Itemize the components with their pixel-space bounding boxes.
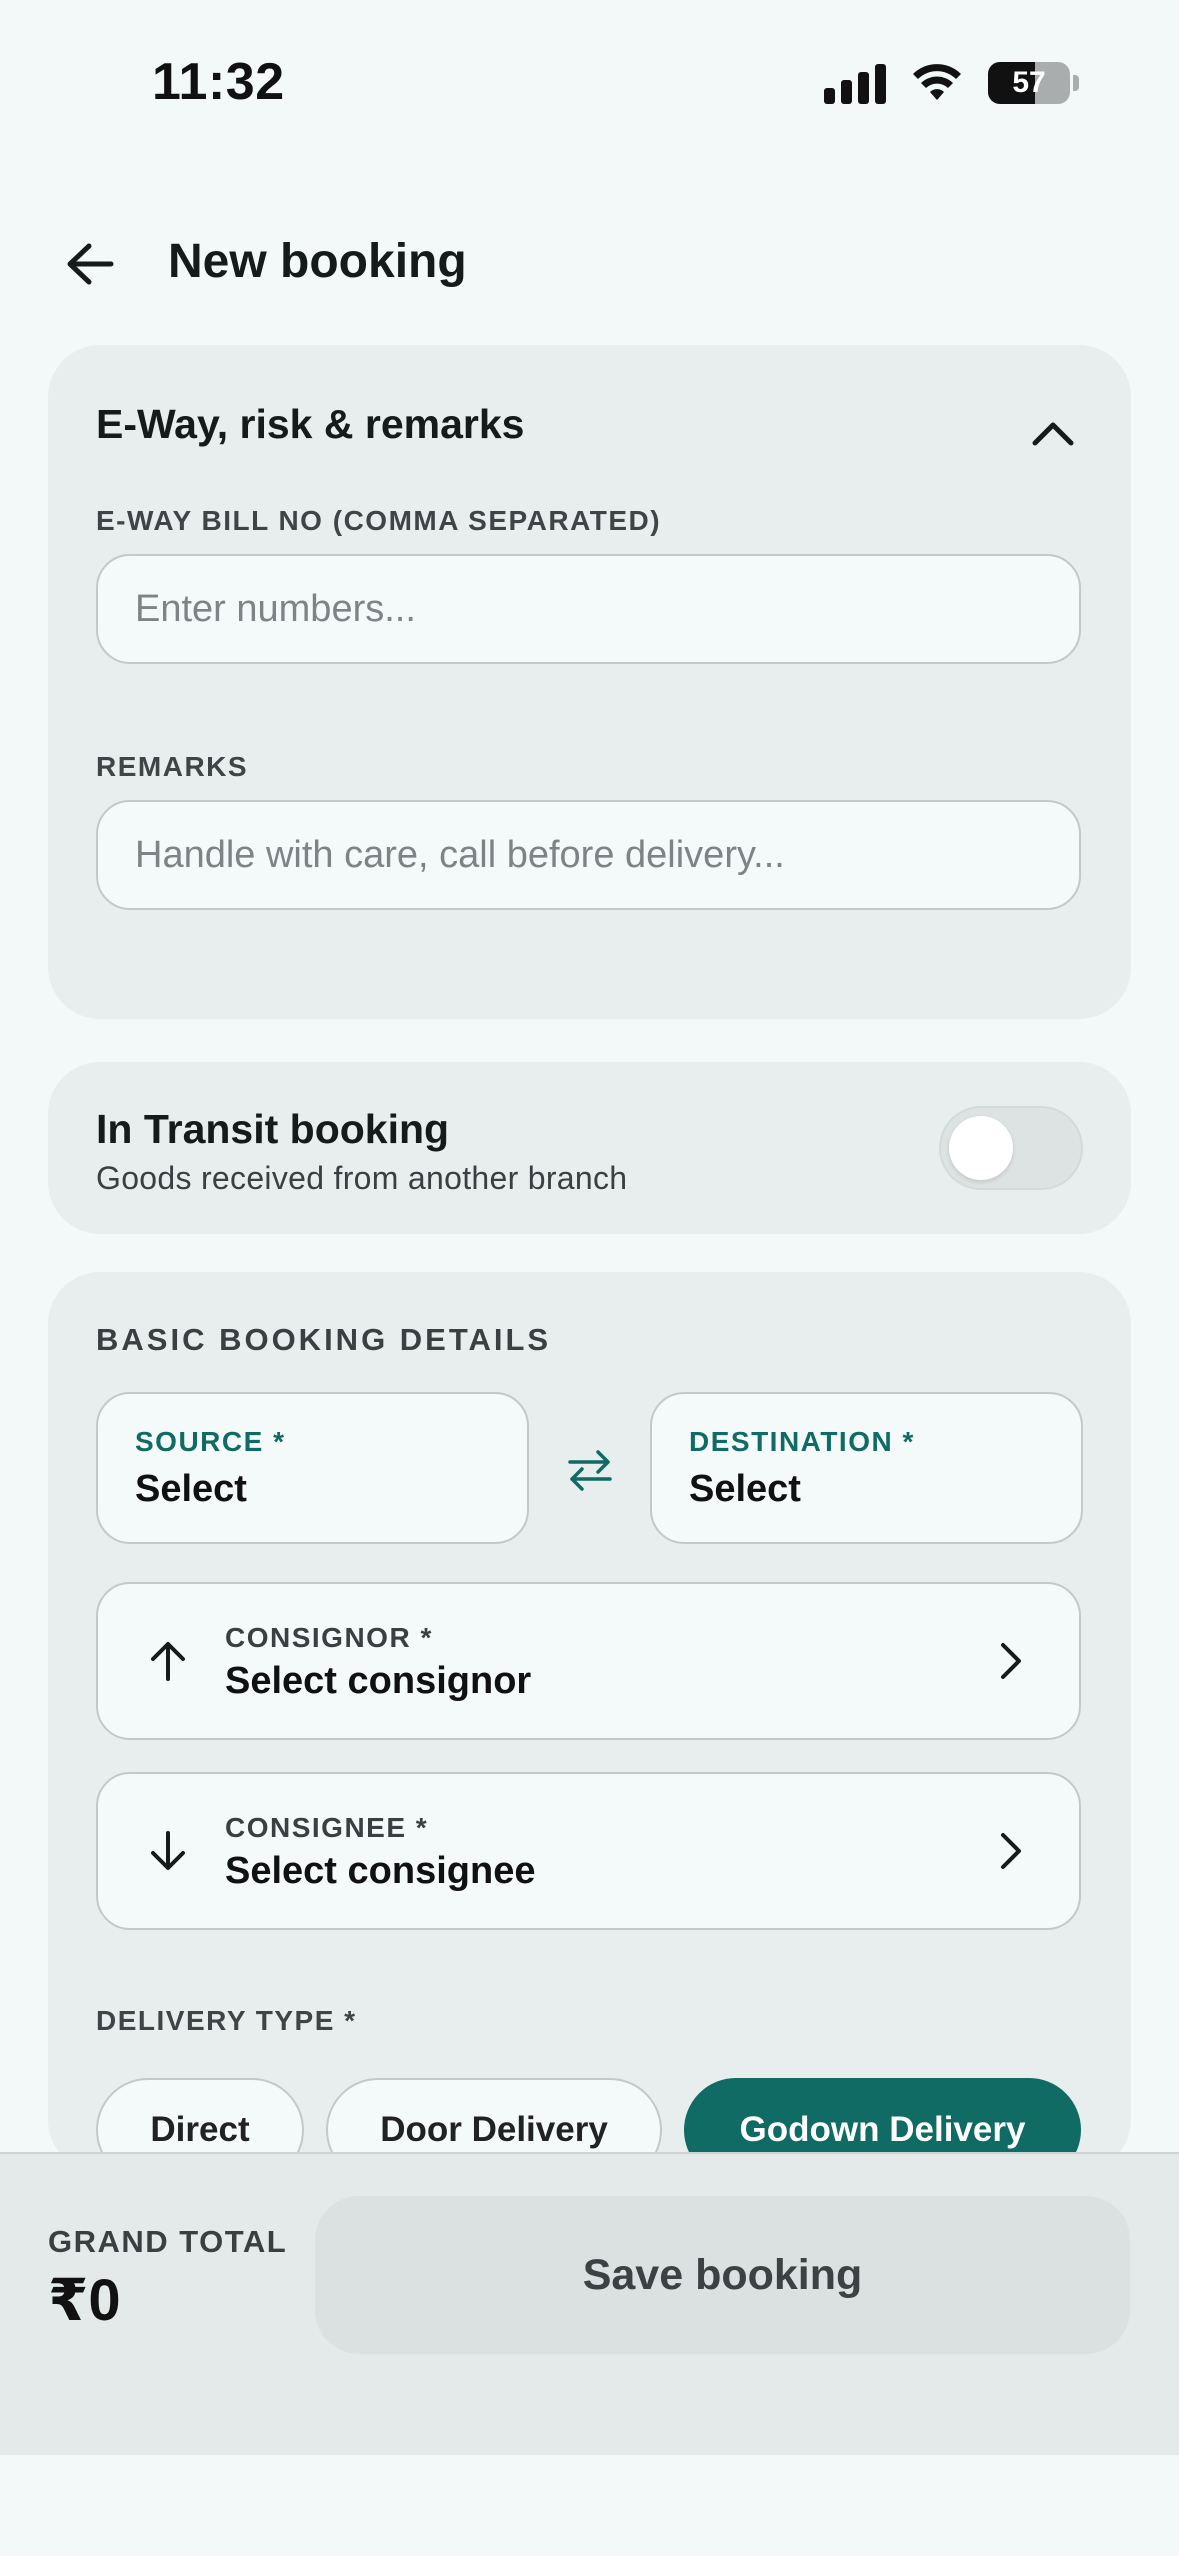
source-value: Select <box>135 1468 247 1510</box>
delivery-type-label: DELIVERY TYPE * <box>96 2005 357 2036</box>
eway-bill-input[interactable] <box>96 554 1081 664</box>
in-transit-subtitle: Goods received from another branch <box>96 1160 628 1196</box>
remarks-input[interactable] <box>96 800 1081 910</box>
in-transit-card: In Transit booking Goods received from a… <box>48 1062 1131 1234</box>
save-booking-button[interactable]: Save booking <box>315 2196 1130 2354</box>
grand-total-value: ₹0 <box>48 2268 121 2333</box>
consignor-value: Select consignor <box>225 1660 532 1702</box>
arrow-left-icon <box>67 243 114 285</box>
destination-selector[interactable]: DESTINATION * Select <box>650 1392 1083 1544</box>
grand-total-label: GRAND TOTAL <box>48 2224 288 2259</box>
destination-value: Select <box>689 1468 801 1510</box>
in-transit-title: In Transit booking <box>96 1106 450 1152</box>
toggle-knob <box>949 1116 1013 1180</box>
chevron-right-icon <box>981 1821 1041 1881</box>
consignee-value: Select consignee <box>225 1850 536 1892</box>
status-icons: 57 <box>824 62 1079 104</box>
remarks-label: REMARKS <box>96 751 249 782</box>
swap-arrows-icon <box>568 1450 612 1491</box>
battery-icon: 57 <box>988 62 1070 104</box>
bottom-action-bar: GRAND TOTAL ₹0 Save booking <box>0 2152 1179 2455</box>
consignor-label: CONSIGNOR * <box>225 1622 433 1653</box>
consignee-selector[interactable]: CONSIGNEE * Select consignee <box>96 1772 1081 1930</box>
wifi-icon <box>913 64 961 100</box>
source-label: SOURCE * <box>135 1426 286 1457</box>
eway-section-title: E-Way, risk & remarks <box>96 401 525 447</box>
status-time: 11:32 <box>152 53 285 111</box>
eway-section-card: E-Way, risk & remarks E-WAY BILL NO (COM… <box>48 345 1131 1019</box>
eway-bill-label: E-WAY BILL NO (COMMA SEPARATED) <box>96 505 662 536</box>
basic-details-title: BASIC BOOKING DETAILS <box>96 1322 552 1357</box>
back-button[interactable] <box>58 232 122 296</box>
status-bar: 11:32 57 <box>0 0 1179 175</box>
chevron-right-icon <box>981 1631 1041 1691</box>
cellular-signal-icon <box>824 62 886 104</box>
battery-level: 57 <box>1012 66 1046 99</box>
consignor-selector[interactable]: CONSIGNOR * Select consignor <box>96 1582 1081 1740</box>
in-transit-toggle[interactable] <box>939 1106 1083 1190</box>
source-selector[interactable]: SOURCE * Select <box>96 1392 529 1544</box>
arrow-up-icon <box>136 1629 200 1693</box>
consignee-label: CONSIGNEE * <box>225 1812 429 1843</box>
swap-locations-button[interactable] <box>558 1438 622 1502</box>
collapse-section-button[interactable] <box>1025 405 1081 461</box>
page-title: New booking <box>168 235 467 288</box>
arrow-down-icon <box>136 1819 200 1883</box>
chevron-up-icon <box>1032 422 1074 446</box>
destination-label: DESTINATION * <box>689 1426 915 1457</box>
basic-details-card: BASIC BOOKING DETAILS SOURCE * Select DE… <box>48 1272 1131 2182</box>
